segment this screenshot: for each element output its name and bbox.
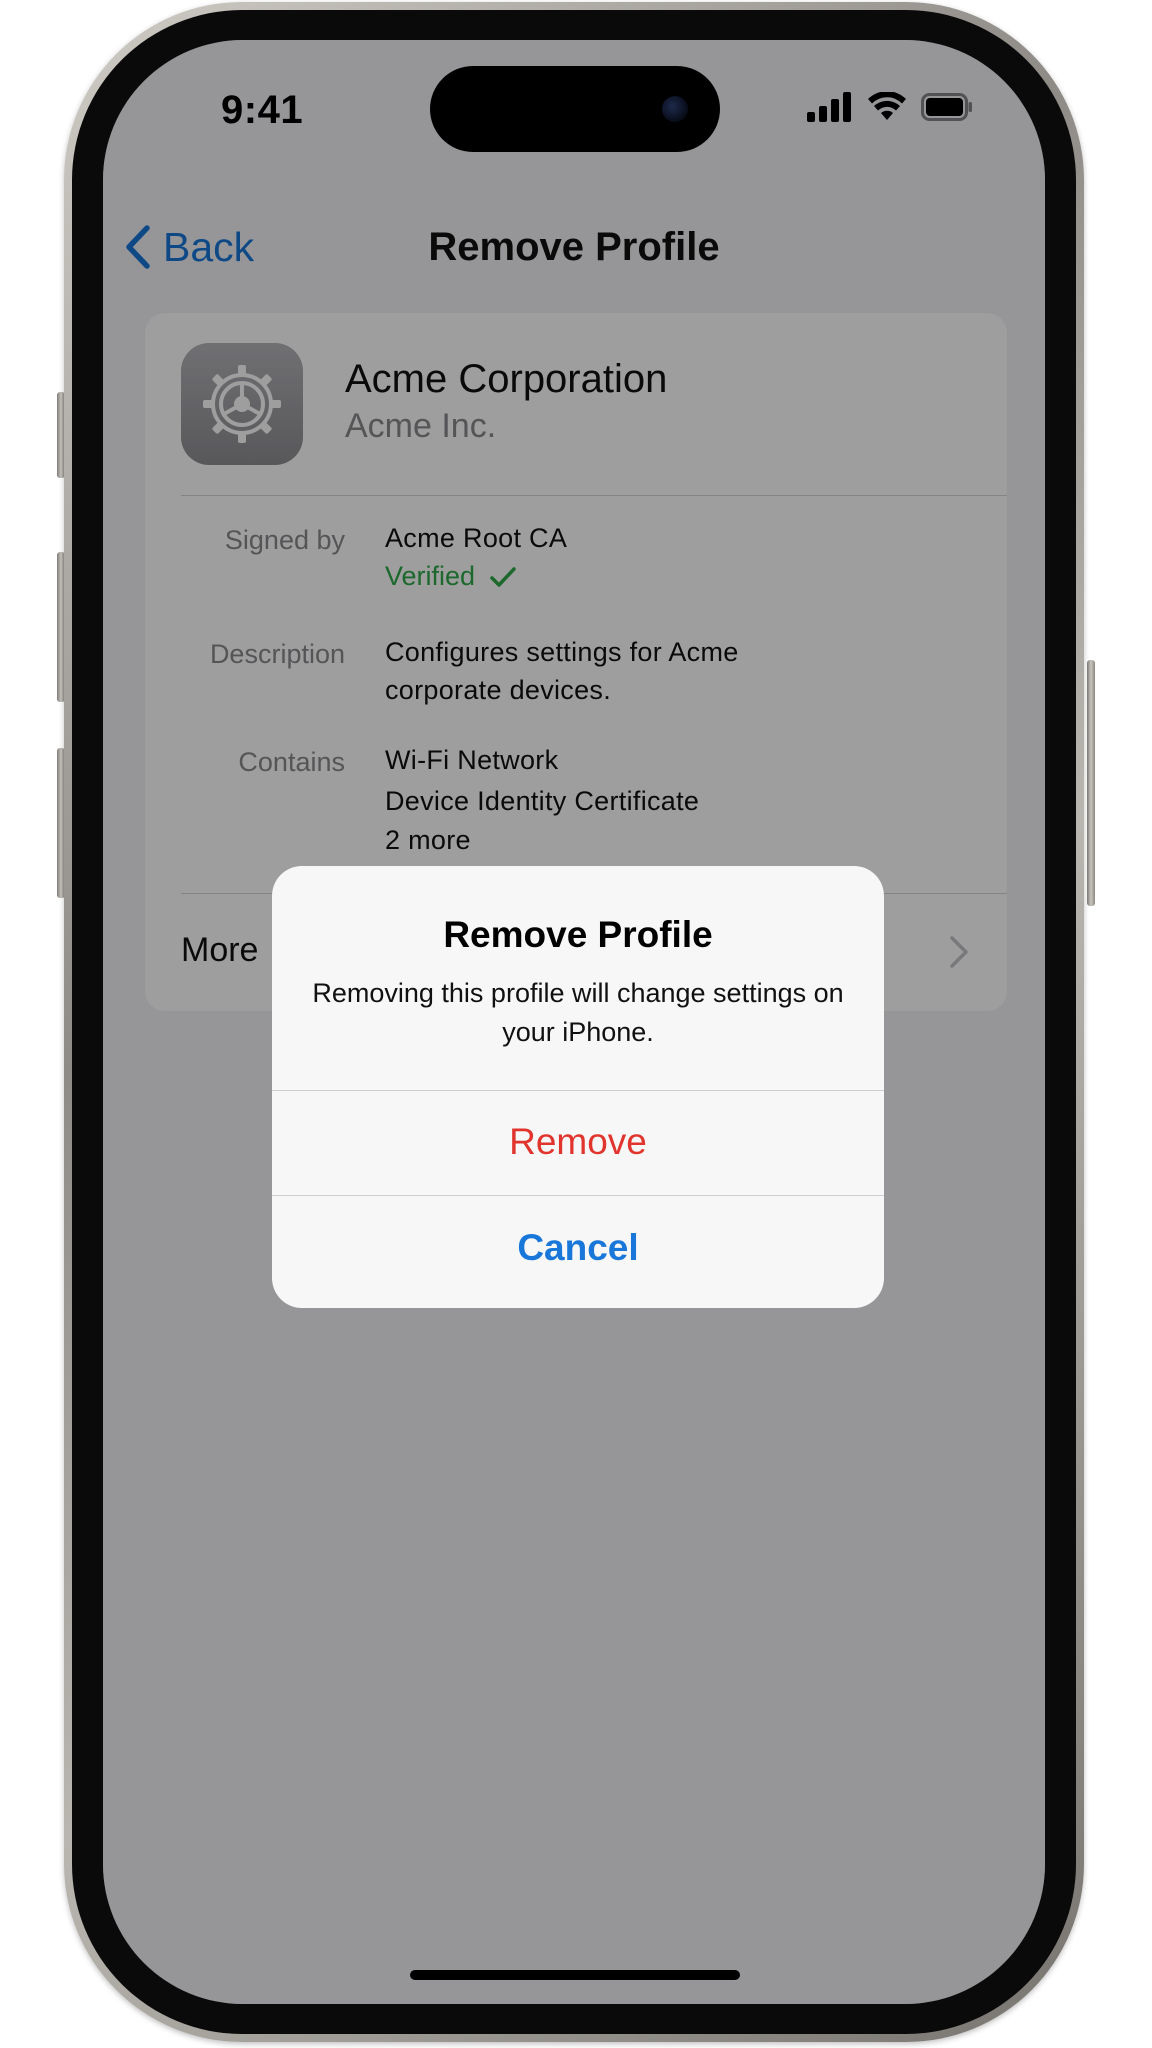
cancel-button[interactable]: Cancel xyxy=(272,1196,884,1300)
device-stage: 9:41 Back Remove Profile Acme Corporatio… xyxy=(0,0,1152,2048)
front-camera-icon xyxy=(662,96,688,122)
home-indicator[interactable] xyxy=(410,1970,740,1980)
dynamic-island xyxy=(430,66,720,152)
phone-screen: 9:41 Back Remove Profile Acme Corporatio… xyxy=(103,40,1045,2004)
alert-message: Removing this profile will change settin… xyxy=(312,978,844,1047)
remove-button[interactable]: Remove xyxy=(272,1090,884,1194)
power-button xyxy=(1087,660,1095,906)
alert-title: Remove Profile xyxy=(443,914,713,955)
remove-profile-alert: Remove Profile Removing this profile wil… xyxy=(272,866,884,1308)
